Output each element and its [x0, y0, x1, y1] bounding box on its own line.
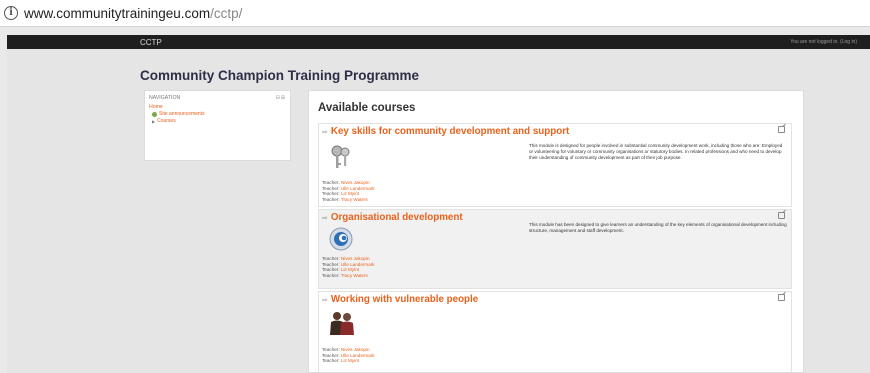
nav-item-label: Courses	[157, 118, 176, 124]
course-card: ⇨ Key skills for community development a…	[318, 123, 792, 207]
teacher-entry: Teacher: Tracy Waters	[322, 197, 375, 203]
course-title-text[interactable]: Key skills for community development and…	[331, 126, 569, 137]
teacher-name-link[interactable]: Ulle Landermark	[341, 262, 375, 267]
teacher-role: Teacher:	[322, 347, 341, 352]
teacher-name-link[interactable]: Nives Jakopin	[341, 256, 370, 261]
browser-url-bar[interactable]: i www.communitytrainingeu.com /cctp/	[0, 0, 870, 27]
course-summary: This module has been designed to give le…	[529, 222, 787, 233]
edit-icon[interactable]	[778, 126, 785, 133]
teacher-role: Teacher:	[322, 180, 341, 185]
course-title[interactable]: ⇨ Key skills for community development a…	[322, 126, 569, 137]
login-text: You are not logged in.	[790, 39, 841, 45]
main-content: Available courses ⇨ Key skills for commu…	[308, 90, 804, 373]
teacher-name-link[interactable]: Tracy Waters	[341, 197, 368, 202]
teacher-name-link[interactable]: Nives Jakopin	[341, 180, 370, 185]
page-body: Community Champion Training Programme NA…	[7, 49, 870, 373]
teacher-name-link[interactable]: Liz Myint	[341, 358, 359, 363]
teacher-entry: Teacher: Tracy Waters	[322, 273, 375, 279]
url-path: /cctp/	[210, 5, 243, 21]
teacher-list: Teacher: Nives Jakopin Teacher: Ulle Lan…	[322, 256, 375, 279]
course-title[interactable]: ⇨ Working with vulnerable people	[322, 294, 478, 305]
teacher-name-link[interactable]: Liz Myint	[341, 191, 359, 196]
url-host: www.communitytrainingeu.com	[24, 5, 211, 21]
teacher-list: Teacher: Nives Jakopin Teacher: Ulle Lan…	[322, 180, 375, 203]
available-courses-heading: Available courses	[318, 102, 416, 114]
teacher-role: Teacher:	[322, 261, 341, 267]
course-title[interactable]: ⇨ Organisational development	[322, 212, 463, 223]
teacher-name-link[interactable]: Liz Myint	[341, 267, 359, 272]
nav-item-courses[interactable]: ▶ Courses	[152, 118, 286, 124]
site-topbar: CCTP You are not logged in. (Log in)	[7, 35, 870, 49]
teacher-entry: Teacher: Liz Myint	[322, 358, 375, 364]
triangle-right-icon: ▶	[152, 118, 156, 124]
login-info: You are not logged in. (Log in)	[790, 39, 857, 45]
course-card: ⇨ Working with vulnerable people Teacher…	[318, 291, 792, 373]
people-icon[interactable]	[328, 310, 356, 336]
teacher-name-link[interactable]: Nives Jakopin	[341, 347, 370, 352]
course-card: ⇨ Organisational development This module…	[318, 209, 792, 289]
teacher-name-link[interactable]: Tracy Waters	[341, 273, 368, 278]
block-controls-icon[interactable]: ⊟⊞	[276, 95, 286, 101]
nav-home-link[interactable]: Home	[149, 104, 286, 110]
teacher-name-link[interactable]: Ulle Landermark	[341, 353, 375, 358]
edit-icon[interactable]	[778, 294, 785, 301]
expand-arrow-icon[interactable]: ⇨	[322, 296, 328, 304]
teacher-role: Teacher:	[322, 256, 341, 261]
info-icon[interactable]: i	[4, 6, 18, 20]
teacher-role: Teacher:	[322, 352, 341, 358]
keys-icon[interactable]	[328, 144, 356, 170]
forum-icon	[152, 111, 157, 117]
edit-icon[interactable]	[778, 212, 785, 219]
navigation-title: NAVIGATION	[149, 95, 181, 101]
site-name[interactable]: CCTP	[140, 38, 162, 47]
page-title: Community Champion Training Programme	[140, 68, 420, 83]
teacher-role: Teacher:	[322, 273, 341, 279]
teacher-list: Teacher: Nives Jakopin Teacher: Ulle Lan…	[322, 347, 375, 364]
teacher-role: Teacher:	[322, 358, 341, 364]
navigation-block: NAVIGATION ⊟⊞ Home Site announcements ▶ …	[144, 90, 291, 161]
expand-arrow-icon[interactable]: ⇨	[322, 214, 328, 222]
course-title-text[interactable]: Organisational development	[331, 212, 463, 223]
gear-swirl-icon[interactable]	[328, 226, 356, 252]
teacher-role: Teacher:	[322, 191, 341, 197]
expand-arrow-icon[interactable]: ⇨	[322, 128, 328, 136]
nav-item-label: Site announcements	[159, 111, 205, 117]
nav-item-site-announcements[interactable]: Site announcements	[152, 111, 286, 117]
course-summary: This module is designed for people invol…	[529, 143, 783, 160]
navigation-header: NAVIGATION ⊟⊞	[149, 95, 286, 101]
teacher-role: Teacher:	[322, 267, 341, 273]
teacher-role: Teacher:	[322, 185, 341, 191]
login-link[interactable]: (Log in)	[840, 39, 857, 45]
course-title-text[interactable]: Working with vulnerable people	[331, 294, 478, 305]
teacher-role: Teacher:	[322, 197, 341, 203]
teacher-name-link[interactable]: Ulle Landermark	[341, 186, 375, 191]
